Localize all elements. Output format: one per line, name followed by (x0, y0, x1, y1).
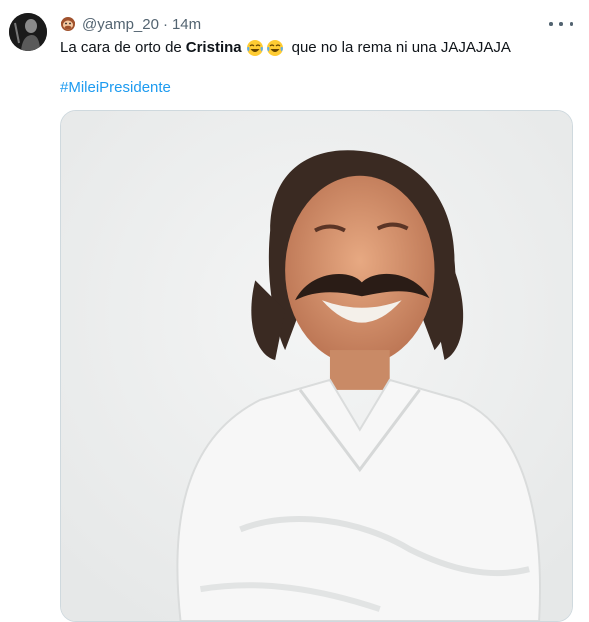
timestamp[interactable]: 14m (172, 16, 201, 33)
tweet-media-photo[interactable] (60, 110, 573, 622)
more-dot (569, 22, 573, 26)
tweet-header: @yamp_20 · 14m (60, 14, 201, 34)
tweet-text-bold: Cristina (185, 39, 242, 56)
avatar-image (9, 13, 47, 51)
face-with-tears-of-joy-icon (266, 39, 284, 57)
face-with-tears-of-joy-icon (246, 39, 264, 57)
header-separator: · (162, 15, 168, 33)
tweet-text: La cara de orto de Cristina que no la re… (60, 38, 511, 58)
laugh-emojis (246, 39, 286, 57)
speak-no-evil-monkey-icon (60, 16, 76, 32)
avatar[interactable] (9, 13, 47, 51)
hashtag-link[interactable]: #MileiPresidente (60, 78, 171, 98)
more-options-icon[interactable] (549, 17, 573, 31)
more-dot (559, 22, 563, 26)
tweet-text-after: que no la rema ni una JAJAJAJA (291, 39, 511, 56)
more-dot (549, 22, 553, 26)
tweet-text-before: La cara de orto de (60, 39, 182, 56)
tweet: @yamp_20 · 14m La cara de orto de Cristi… (0, 0, 589, 622)
photo-image (61, 111, 572, 621)
user-handle[interactable]: @yamp_20 (82, 16, 159, 33)
